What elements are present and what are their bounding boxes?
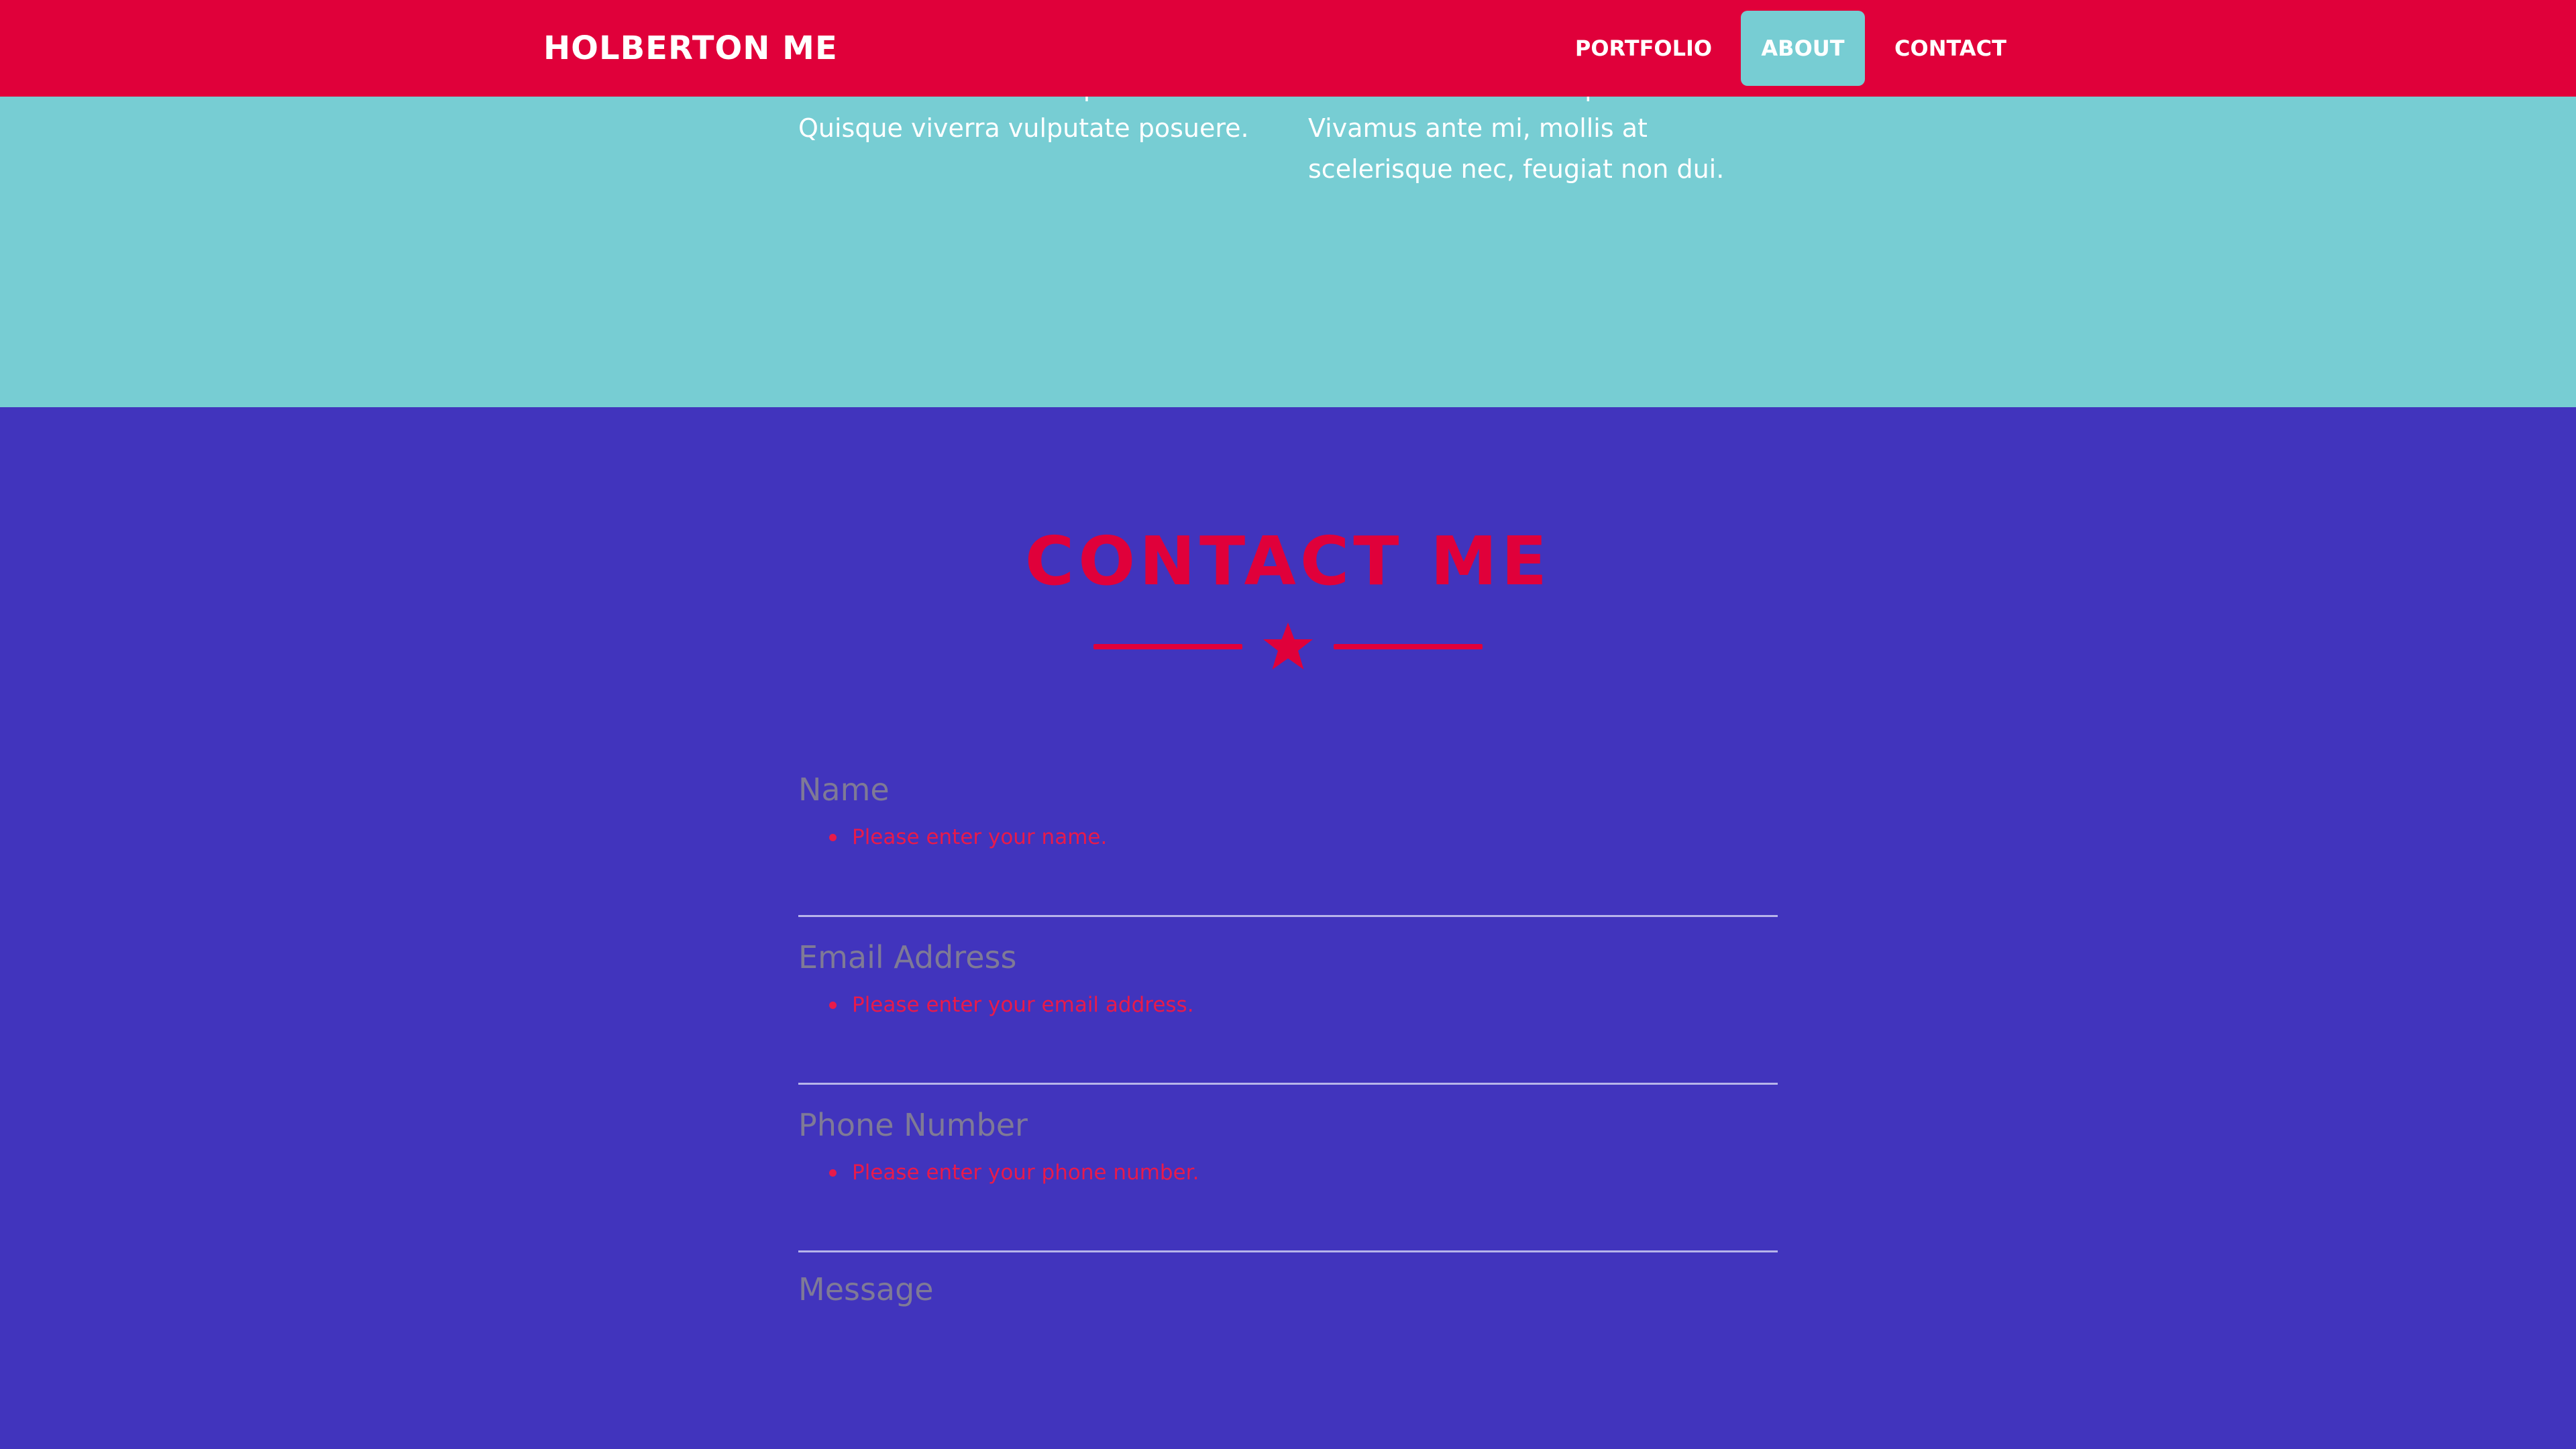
name-field[interactable]: Name Please enter your name.: [798, 749, 1778, 917]
divider-line-left: [1093, 644, 1242, 649]
phone-field-label: Phone Number: [798, 1107, 1028, 1143]
phone-field[interactable]: Phone Number Please enter your phone num…: [798, 1085, 1778, 1252]
navbar: HOLBERTON ME PORTFOLIO ABOUT CONTACT: [0, 0, 2576, 97]
email-field[interactable]: Email Address Please enter your email ad…: [798, 917, 1778, 1085]
message-field[interactable]: Message: [798, 1252, 1778, 1420]
contact-form: Name Please enter your name. Email Addre…: [798, 749, 1778, 1420]
brand-logo[interactable]: HOLBERTON ME: [543, 27, 838, 70]
name-field-error: Please enter your name.: [828, 823, 1107, 851]
section-divider: [1093, 621, 1483, 674]
nav-item-contact[interactable]: CONTACT: [1882, 11, 2019, 86]
contact-section: CONTACT ME Name Please enter your name. …: [0, 407, 2576, 1449]
email-field-label: Email Address: [798, 939, 1017, 975]
name-field-label: Name: [798, 771, 890, 808]
message-field-label: Message: [798, 1271, 934, 1307]
divider-line-right: [1334, 644, 1483, 649]
nav-item-about[interactable]: ABOUT: [1741, 11, 1865, 86]
nav-item-portfolio[interactable]: PORTFOLIO: [1563, 11, 1724, 86]
email-field-error: Please enter your email address.: [829, 991, 1194, 1019]
contact-title: CONTACT ME: [1024, 522, 1552, 600]
star-icon: [1263, 623, 1313, 669]
phone-field-error: Please enter your phone number.: [828, 1159, 1199, 1187]
